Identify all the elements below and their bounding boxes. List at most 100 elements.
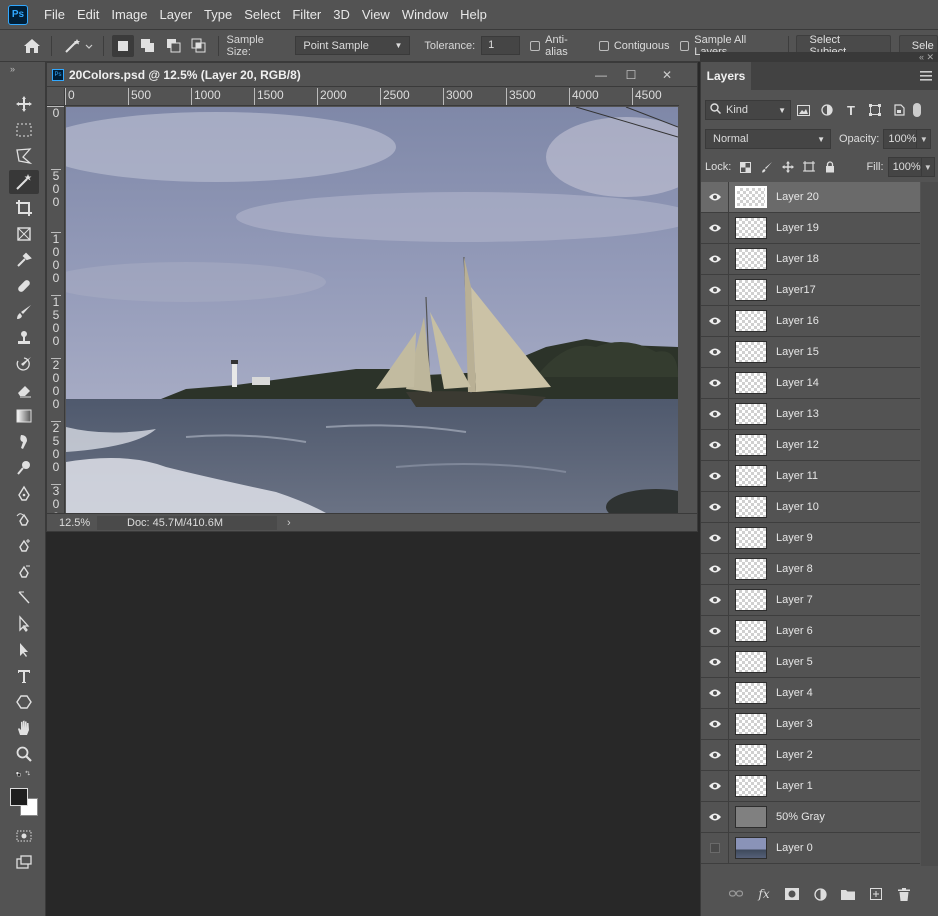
visibility-eye-icon[interactable] xyxy=(701,491,729,523)
chevron-down-icon[interactable]: ▼ xyxy=(917,129,932,149)
minimize-icon[interactable]: — xyxy=(587,67,615,83)
panel-menu-icon[interactable] xyxy=(920,70,932,81)
eraser-tool-icon[interactable] xyxy=(9,378,39,402)
layer-row[interactable]: Layer17 xyxy=(701,274,920,306)
layer-row[interactable]: Layer 20 xyxy=(701,181,920,213)
layer-row[interactable]: Layer 3 xyxy=(701,708,920,740)
adjustment-layer-icon[interactable] xyxy=(810,884,830,904)
layer-row[interactable]: Layer 14 xyxy=(701,367,920,399)
pixel-layer-filter-icon[interactable] xyxy=(791,100,815,120)
visibility-eye-icon[interactable] xyxy=(701,801,729,833)
anti-alias-checkbox[interactable]: Anti-alias xyxy=(530,34,588,58)
layer-row[interactable]: Layer 0 xyxy=(701,832,920,864)
canvas-image[interactable] xyxy=(66,107,678,513)
pen-tool-icon[interactable] xyxy=(9,482,39,506)
menu-edit[interactable]: Edit xyxy=(71,7,105,22)
shape-layer-filter-icon[interactable] xyxy=(863,100,887,120)
chevron-down-icon[interactable]: ▼ xyxy=(921,157,935,177)
zoom-level[interactable]: 12.5% xyxy=(47,517,90,529)
lock-image-pixels-icon[interactable] xyxy=(756,157,777,177)
visibility-eye-icon[interactable] xyxy=(701,243,729,275)
tool-preset-magic-wand-icon[interactable] xyxy=(60,34,95,58)
clone-stamp-tool-icon[interactable] xyxy=(9,326,39,350)
lock-artboard-icon[interactable] xyxy=(798,157,819,177)
trash-delete-icon[interactable] xyxy=(894,884,914,904)
delete-anchor-point-tool-icon[interactable] xyxy=(9,560,39,584)
layer-row[interactable]: Layer 10 xyxy=(701,491,920,523)
lock-position-icon[interactable] xyxy=(777,157,798,177)
visibility-eye-icon[interactable] xyxy=(701,708,729,740)
visibility-toggle-hidden[interactable] xyxy=(701,832,729,864)
vertical-scrollbar[interactable] xyxy=(679,106,697,513)
visibility-eye-icon[interactable] xyxy=(701,367,729,399)
layer-row[interactable]: Layer 19 xyxy=(701,212,920,244)
contiguous-checkbox[interactable]: Contiguous xyxy=(598,40,670,52)
opacity-input[interactable]: 100% xyxy=(883,129,918,149)
close-icon[interactable]: ✕ xyxy=(653,67,681,83)
visibility-eye-icon[interactable] xyxy=(701,181,729,213)
gradient-tool-icon[interactable] xyxy=(9,404,39,428)
home-icon[interactable] xyxy=(20,34,43,58)
menu-3d[interactable]: 3D xyxy=(327,7,356,22)
visibility-eye-icon[interactable] xyxy=(701,677,729,709)
link-layers-icon[interactable] xyxy=(726,884,746,904)
layer-row[interactable]: Layer 18 xyxy=(701,243,920,275)
layer-row[interactable]: Layer 2 xyxy=(701,739,920,771)
hand-tool-icon[interactable] xyxy=(9,716,39,740)
new-layer-icon[interactable] xyxy=(866,884,886,904)
color-swatches[interactable] xyxy=(10,788,40,818)
layer-row[interactable]: Layer 9 xyxy=(701,522,920,554)
filter-kind-select[interactable]: Kind ▼ xyxy=(705,100,791,120)
visibility-eye-icon[interactable] xyxy=(701,770,729,802)
layer-row[interactable]: 50% Gray xyxy=(701,801,920,833)
visibility-eye-icon[interactable] xyxy=(701,584,729,616)
visibility-eye-icon[interactable] xyxy=(701,212,729,244)
eyedropper-tool-icon[interactable] xyxy=(9,248,39,272)
visibility-eye-icon[interactable] xyxy=(701,305,729,337)
status-menu-arrow-icon[interactable]: › xyxy=(287,517,291,529)
crop-tool-icon[interactable] xyxy=(9,196,39,220)
visibility-eye-icon[interactable] xyxy=(701,336,729,368)
direct-selection-tool-icon[interactable] xyxy=(9,612,39,636)
menu-select[interactable]: Select xyxy=(238,7,286,22)
move-tool-icon[interactable] xyxy=(9,92,39,116)
history-brush-tool-icon[interactable] xyxy=(9,352,39,376)
new-group-folder-icon[interactable] xyxy=(838,884,858,904)
shape-tool-icon[interactable] xyxy=(9,690,39,714)
layer-row[interactable]: Layer 8 xyxy=(701,553,920,585)
tolerance-input[interactable]: 1 xyxy=(481,36,521,55)
maximize-icon[interactable]: ☐ xyxy=(617,67,645,83)
fill-input[interactable]: 100% xyxy=(887,157,922,177)
type-layer-filter-icon[interactable]: T xyxy=(839,100,863,120)
layer-row[interactable]: Layer 6 xyxy=(701,615,920,647)
lock-all-icon[interactable] xyxy=(819,157,840,177)
add-mask-icon[interactable] xyxy=(782,884,802,904)
blend-mode-select[interactable]: Normal ▼ xyxy=(705,129,831,149)
filter-toggle-switch[interactable] xyxy=(913,103,921,117)
visibility-eye-icon[interactable] xyxy=(701,274,729,306)
layers-scrollbar[interactable] xyxy=(921,182,938,866)
screen-mode-icon[interactable] xyxy=(9,850,39,874)
add-anchor-point-tool-icon[interactable] xyxy=(9,534,39,558)
sample-size-select[interactable]: Point Sample ▼ xyxy=(295,36,411,55)
layer-row[interactable]: Layer 12 xyxy=(701,429,920,461)
layer-row[interactable]: Layer 5 xyxy=(701,646,920,678)
marquee-tool-icon[interactable] xyxy=(9,118,39,142)
menu-help[interactable]: Help xyxy=(454,7,493,22)
visibility-eye-icon[interactable] xyxy=(701,460,729,492)
horizontal-ruler[interactable]: 0 500 1000 1500 2000 2500 3000 3500 4000… xyxy=(65,88,679,106)
lasso-tool-icon[interactable] xyxy=(9,144,39,168)
tab-layers[interactable]: Layers xyxy=(701,62,751,90)
menu-file[interactable]: File xyxy=(38,7,71,22)
visibility-eye-icon[interactable] xyxy=(701,429,729,461)
layer-row[interactable]: Layer 4 xyxy=(701,677,920,709)
intersect-selection-icon[interactable] xyxy=(188,35,209,57)
quick-mask-icon[interactable] xyxy=(9,824,39,848)
panel-collapse-icon[interactable]: « ✕ xyxy=(700,52,938,62)
frame-tool-icon[interactable] xyxy=(9,222,39,246)
document-size-info[interactable]: Doc: 45.7M/410.6M xyxy=(97,515,277,530)
collapse-icon[interactable]: » xyxy=(0,62,45,76)
menu-layer[interactable]: Layer xyxy=(154,7,199,22)
new-selection-icon[interactable] xyxy=(112,34,134,57)
path-selection-tool-icon[interactable] xyxy=(9,638,39,662)
